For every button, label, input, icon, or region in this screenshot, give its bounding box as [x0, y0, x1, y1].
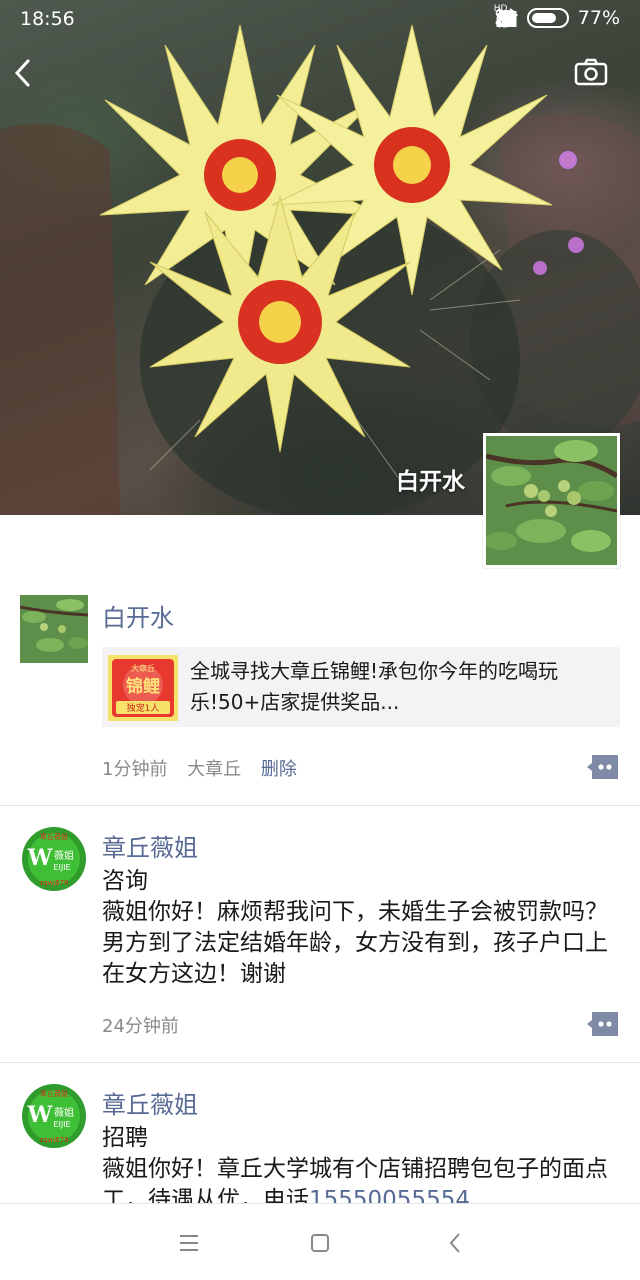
avatar-brand-text: EIJIE	[53, 863, 70, 872]
thumb-main-text: 锦鲤	[126, 676, 160, 697]
post-avatar[interactable]	[20, 595, 88, 663]
post-title: 招聘	[102, 1125, 148, 1151]
post-avatar[interactable]: 章丘薇姐 W 薇姐 EIJIE zqwj678	[20, 825, 88, 893]
post-body: 薇姐你好！章丘大学城有个店铺招聘包包子的面点工，待遇从优，电话155500555…	[102, 1154, 622, 1204]
post-author-name[interactable]: 章丘薇姐	[102, 828, 198, 863]
back-chevron-icon	[449, 1233, 460, 1253]
post-meta: 1分钟前 大章丘 删除	[102, 755, 311, 781]
menu-button[interactable]	[172, 1226, 206, 1260]
battery-icon	[526, 8, 569, 28]
system-nav-bar	[0, 1203, 640, 1280]
post-body: 薇姐你好！麻烦帮我问下，未婚生子会被罚款吗？男方到了法定结婚年龄，女方没有到，孩…	[102, 899, 608, 987]
back-arrow-icon	[14, 59, 30, 87]
tree-branch-thumb	[20, 595, 88, 663]
tree-branch-image	[485, 436, 619, 565]
link-title: 全城寻找大章丘锦鲤!承包你今年的吃喝玩乐!50+店家提供奖品...	[190, 659, 559, 714]
home-square-icon	[311, 1234, 329, 1252]
avatar-sub-text: 薇姐	[54, 1106, 74, 1119]
camera-icon	[574, 58, 608, 86]
profile-avatar[interactable]	[483, 433, 620, 568]
avatar-main-text: W	[27, 845, 53, 871]
avatar-brand-text: EIJIE	[53, 1120, 70, 1129]
phone-link[interactable]: 15550055554	[309, 1187, 470, 1204]
avatar-main-text: W	[27, 1102, 53, 1128]
camera-button[interactable]	[574, 58, 614, 98]
battery-percent: 77%	[577, 7, 620, 29]
post-author-name[interactable]: 章丘薇姐	[102, 1085, 198, 1120]
status-time: 18:56	[20, 8, 75, 30]
weijie-logo-avatar: 章丘薇姐 W 薇姐 EIJIE zqwj678	[20, 825, 88, 893]
thumb-bottom-text: 独宠1人	[127, 702, 160, 714]
status-bar: 18:56 HD 77%	[0, 0, 640, 40]
home-button[interactable]	[303, 1226, 337, 1260]
cover-user-name[interactable]: 白开水	[396, 462, 465, 496]
post-divider	[0, 805, 640, 806]
avatar-bottom-text: zqwj678	[39, 1136, 68, 1144]
avatar-top-text: 章丘薇姐	[40, 832, 68, 841]
post-location[interactable]: 大章丘	[187, 759, 241, 780]
menu-icon	[180, 1235, 198, 1251]
shared-link-card[interactable]: 大章丘 锦鲤 独宠1人 全城寻找大章丘锦鲤!承包你今年的吃喝玩乐!50+店家提供…	[102, 647, 620, 727]
avatar-top-text: 章丘薇姐	[40, 1089, 68, 1098]
back-button[interactable]	[12, 58, 52, 98]
delete-link[interactable]: 删除	[261, 759, 297, 780]
post-author-name[interactable]: 白开水	[102, 598, 174, 633]
post-time: 1分钟前	[102, 759, 168, 780]
post-time: 24分钟前	[102, 1016, 179, 1037]
post-meta: 24分钟前	[102, 1012, 193, 1038]
post-avatar[interactable]: 章丘薇姐 W 薇姐 EIJIE zqwj678	[20, 1082, 88, 1150]
comment-menu-icon[interactable]	[586, 1011, 620, 1037]
weijie-logo-avatar: 章丘薇姐 W 薇姐 EIJIE zqwj678	[20, 1082, 88, 1150]
avatar-bottom-text: zqwj678	[39, 879, 68, 887]
comment-menu-icon[interactable]	[586, 754, 620, 780]
post-divider	[0, 1062, 640, 1063]
system-back-button[interactable]	[438, 1226, 472, 1260]
post-title: 咨询	[102, 868, 148, 894]
avatar-sub-text: 薇姐	[54, 849, 74, 862]
wifi-icon	[495, 10, 518, 27]
link-thumbnail: 大章丘 锦鲤 独宠1人	[108, 655, 178, 721]
thumb-top-text: 大章丘	[131, 663, 155, 673]
